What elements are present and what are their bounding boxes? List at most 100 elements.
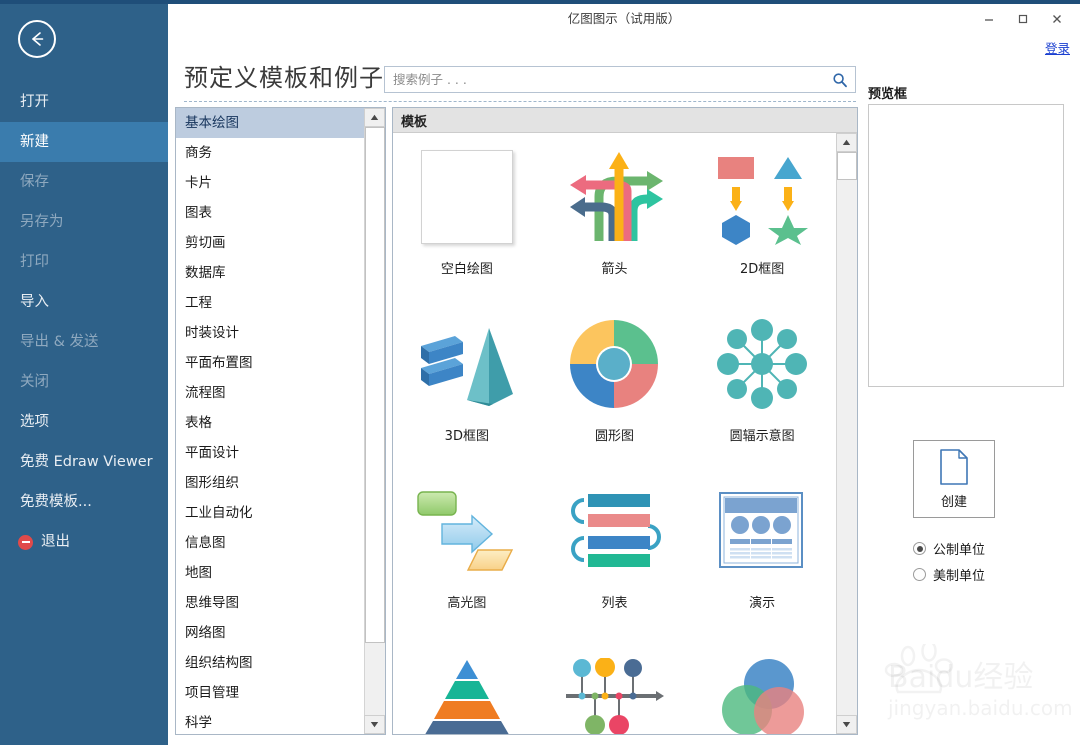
- category-item-infographic[interactable]: 信息图: [176, 528, 364, 558]
- category-scroll-up-button[interactable]: [364, 108, 385, 127]
- unit-us-option[interactable]: 美制单位: [913, 565, 985, 584]
- category-scrollbar[interactable]: [364, 108, 385, 734]
- sidebar-item-exit[interactable]: 退出: [0, 522, 168, 562]
- template-item-venn[interactable]: [688, 640, 836, 734]
- category-item-business[interactable]: 商务: [176, 138, 364, 168]
- category-list: 基本绘图 商务 卡片 图表 剪切画 数据库 工程 时装设计 平面布置图 流程图 …: [176, 108, 364, 734]
- minimize-icon: [985, 19, 993, 21]
- gallery-scrollbar[interactable]: [836, 133, 857, 734]
- template-item-presentation[interactable]: 演示: [688, 473, 836, 640]
- sidebar-item-import[interactable]: 导入: [0, 282, 168, 322]
- sidebar-item-new[interactable]: 新建: [0, 122, 168, 162]
- template-item-pyramid[interactable]: [393, 640, 541, 734]
- category-item-floor-plan[interactable]: 平面布置图: [176, 348, 364, 378]
- back-button[interactable]: [18, 20, 56, 58]
- category-label: 平面布置图: [185, 355, 253, 371]
- category-item-graphic-design[interactable]: 平面设计: [176, 438, 364, 468]
- maximize-button[interactable]: [1006, 6, 1040, 32]
- sidebar-label-exit: 退出: [41, 534, 70, 550]
- login-link[interactable]: 登录: [1045, 38, 1070, 57]
- window-title: 亿图图示（试用版）: [567, 11, 681, 26]
- highlight-shapes-icon: [411, 481, 523, 581]
- template-item-timeline[interactable]: [541, 640, 689, 734]
- category-item-basic-drawing[interactable]: 基本绘图: [176, 108, 364, 138]
- template-item-list[interactable]: 列表: [541, 473, 689, 640]
- category-item-graphic-org[interactable]: 图形组织: [176, 468, 364, 498]
- category-item-industrial[interactable]: 工业自动化: [176, 498, 364, 528]
- preview-box: [868, 104, 1064, 387]
- category-label: 思维导图: [185, 595, 239, 611]
- watermark-line1: Baidu经验: [888, 660, 1034, 695]
- template-item-blank-drawing[interactable]: 空白绘图: [393, 139, 541, 306]
- sidebar-label-new: 新建: [20, 134, 49, 150]
- category-scroll-down-button[interactable]: [364, 715, 385, 734]
- create-button[interactable]: 创建: [913, 440, 995, 518]
- close-button[interactable]: [1040, 6, 1074, 32]
- category-item-clipart[interactable]: 剪切画: [176, 228, 364, 258]
- sidebar-item-print[interactable]: 打印: [0, 242, 168, 282]
- category-item-chart[interactable]: 图表: [176, 198, 364, 228]
- gallery-scroll-down-button[interactable]: [836, 715, 857, 734]
- sidebar-item-open[interactable]: 打开: [0, 82, 168, 122]
- search-button[interactable]: [825, 67, 855, 92]
- preview-title: 预览框: [868, 87, 908, 102]
- search-box[interactable]: [384, 66, 856, 93]
- baidu-paw-logo-icon: [884, 644, 954, 694]
- category-item-engineering[interactable]: 工程: [176, 288, 364, 318]
- blank-sheet-icon: [411, 147, 523, 247]
- sidebar-label-save: 保存: [20, 174, 49, 190]
- template-item-hub-spoke[interactable]: 圆辐示意图: [688, 306, 836, 473]
- sidebar-label-options: 选项: [20, 414, 49, 430]
- template-item-arrows[interactable]: 箭头: [541, 139, 689, 306]
- gallery-scroll-thumb[interactable]: [837, 152, 857, 180]
- sidebar-item-options[interactable]: 选项: [0, 402, 168, 442]
- category-label: 组织结构图: [185, 655, 253, 671]
- category-label: 工业自动化: [185, 505, 253, 521]
- category-label: 图形组织: [185, 475, 239, 491]
- category-item-database[interactable]: 数据库: [176, 258, 364, 288]
- presentation-icon: [706, 481, 818, 581]
- sidebar-item-save[interactable]: 保存: [0, 162, 168, 202]
- sidebar-label-export: 导出 & 发送: [20, 334, 99, 350]
- template-item-2d-block[interactable]: 2D框图: [688, 139, 836, 306]
- maximize-icon: [1018, 14, 1028, 24]
- sidebar-item-viewer[interactable]: 免费 Edraw Viewer: [0, 442, 168, 482]
- sidebar-item-free-templates[interactable]: 免费模板...: [0, 482, 168, 522]
- category-label: 网络图: [185, 625, 226, 641]
- category-item-fashion[interactable]: 时装设计: [176, 318, 364, 348]
- template-gallery-panel: 模板 空白绘图 箭头 2D框图 3D框图 圆形图 圆辐示意图 高光图 列表 演示: [392, 107, 858, 735]
- sidebar-label-save-as: 另存为: [20, 214, 64, 230]
- category-label: 项目管理: [185, 685, 239, 701]
- category-item-card[interactable]: 卡片: [176, 168, 364, 198]
- category-item-flowchart[interactable]: 流程图: [176, 378, 364, 408]
- category-item-project-mgmt[interactable]: 项目管理: [176, 678, 364, 708]
- sidebar-item-export[interactable]: 导出 & 发送: [0, 322, 168, 362]
- search-icon: [833, 72, 847, 87]
- template-grid: 空白绘图 箭头 2D框图 3D框图 圆形图 圆辐示意图 高光图 列表 演示: [393, 133, 836, 734]
- unit-metric-option[interactable]: 公制单位: [913, 539, 985, 558]
- exit-icon: [18, 534, 33, 550]
- search-input[interactable]: [385, 67, 825, 92]
- sidebar-item-close[interactable]: 关闭: [0, 362, 168, 402]
- category-scroll-thumb[interactable]: [365, 127, 385, 643]
- template-item-3d-block[interactable]: 3D框图: [393, 306, 541, 473]
- category-label: 时装设计: [185, 325, 239, 341]
- unit-us-label: 美制单位: [933, 569, 986, 584]
- minimize-button[interactable]: [972, 6, 1006, 32]
- category-item-mind-map[interactable]: 思维导图: [176, 588, 364, 618]
- category-item-science[interactable]: 科学: [176, 708, 364, 734]
- template-item-circular-chart[interactable]: 圆形图: [541, 306, 689, 473]
- new-document-icon: [940, 448, 968, 485]
- category-item-map[interactable]: 地图: [176, 558, 364, 588]
- category-item-network[interactable]: 网络图: [176, 618, 364, 648]
- sidebar-label-print: 打印: [20, 254, 49, 270]
- unit-metric-label: 公制单位: [933, 543, 986, 558]
- page-title: 预定义模板和例子: [184, 64, 384, 92]
- category-item-form[interactable]: 表格: [176, 408, 364, 438]
- gallery-scroll-up-button[interactable]: [836, 133, 857, 152]
- template-item-highlight[interactable]: 高光图: [393, 473, 541, 640]
- template-label: 列表: [601, 596, 628, 611]
- gallery-body: 空白绘图 箭头 2D框图 3D框图 圆形图 圆辐示意图 高光图 列表 演示: [393, 133, 857, 734]
- category-item-org-chart[interactable]: 组织结构图: [176, 648, 364, 678]
- sidebar-item-save-as[interactable]: 另存为: [0, 202, 168, 242]
